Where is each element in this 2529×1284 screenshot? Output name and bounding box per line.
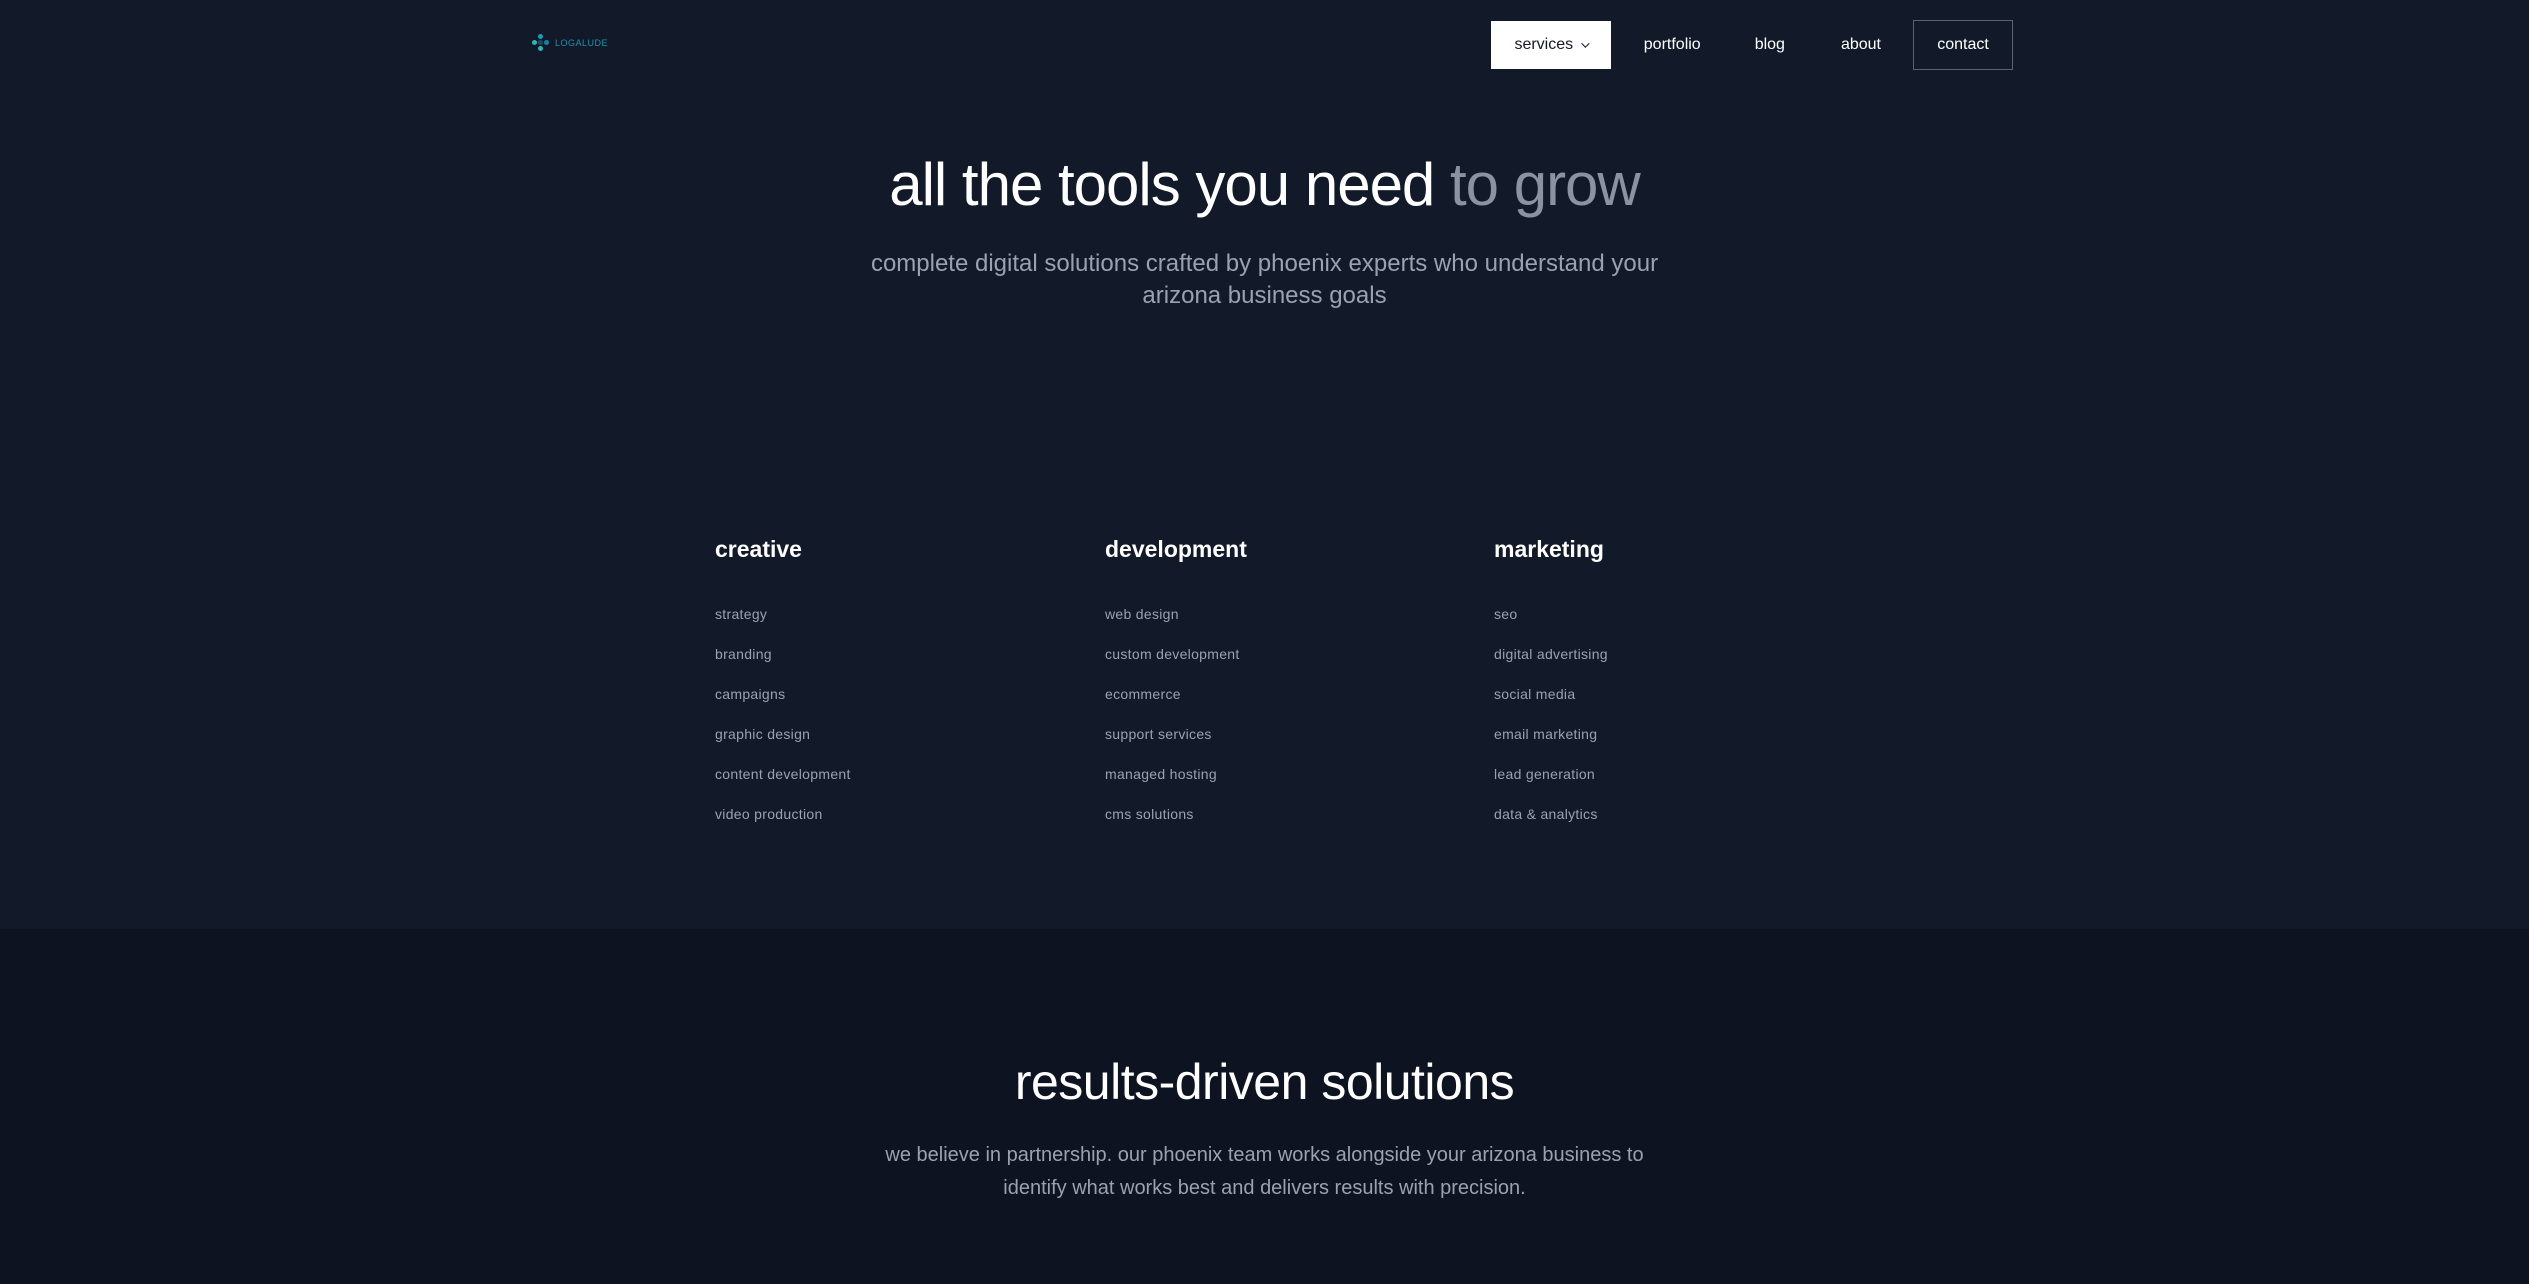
service-link[interactable]: data & analytics — [1494, 804, 1794, 844]
services-column-creative: creative strategy branding campaigns gra… — [715, 536, 1015, 844]
results-title: results-driven solutions — [1014, 1054, 1515, 1110]
nav-services-dropdown[interactable]: services — [1490, 21, 1611, 69]
hero-title: all the tools you need to grow — [0, 150, 2529, 219]
hero-subtitle-line: arizona business goals — [1142, 282, 1387, 309]
column-heading: marketing — [1494, 536, 1604, 562]
main-nav: services portfolio blog about contact — [1490, 20, 2013, 70]
service-link[interactable]: video production — [715, 804, 1015, 844]
logo-text: LOGALUDE — [555, 38, 609, 48]
results-section: results-driven solutions we believe in p… — [0, 929, 2529, 1284]
nav-about-link[interactable]: about — [1811, 21, 1911, 69]
logo-icon — [532, 34, 550, 52]
nav-contact-button[interactable]: contact — [1913, 20, 2013, 70]
service-link[interactable]: graphic design — [715, 724, 1015, 764]
service-link[interactable]: cms solutions — [1105, 804, 1405, 844]
column-heading: creative — [715, 536, 802, 562]
service-link[interactable]: email marketing — [1494, 724, 1794, 764]
service-link[interactable]: web design — [1105, 604, 1405, 644]
service-link[interactable]: digital advertising — [1494, 644, 1794, 684]
service-link[interactable]: ecommerce — [1105, 684, 1405, 724]
hero-title-main: all the tools you need — [889, 151, 1450, 218]
service-link[interactable]: lead generation — [1494, 764, 1794, 804]
nav-portfolio-link[interactable]: portfolio — [1616, 21, 1729, 69]
service-link[interactable]: managed hosting — [1105, 764, 1405, 804]
service-list: strategy branding campaigns graphic desi… — [715, 604, 1015, 844]
service-link[interactable]: social media — [1494, 684, 1794, 724]
chevron-down-icon — [1581, 39, 1590, 48]
column-heading: development — [1105, 536, 1247, 562]
service-link[interactable]: strategy — [715, 604, 1015, 644]
hero-title-accent: to grow — [1449, 151, 1641, 218]
site-header: LOGALUDE services portfolio blog about c… — [0, 0, 2529, 88]
service-link[interactable]: content development — [715, 764, 1015, 804]
service-link[interactable]: campaigns — [715, 684, 1015, 724]
results-subtitle-line: we believe in partnership. our phoenix t… — [885, 1144, 1644, 1166]
services-column-development: development web design custom developmen… — [1105, 536, 1405, 844]
logo[interactable]: LOGALUDE — [532, 34, 608, 52]
hero-subtitle-line: complete digital solutions crafted by ph… — [870, 250, 1659, 277]
nav-blog-link[interactable]: blog — [1729, 21, 1811, 69]
service-link[interactable]: seo — [1494, 604, 1794, 644]
services-column-marketing: marketing seo digital advertising social… — [1494, 536, 1794, 844]
results-subtitle: we believe in partnership. our phoenix t… — [0, 1139, 2529, 1205]
hero-subtitle: complete digital solutions crafted by ph… — [0, 248, 2529, 312]
service-link[interactable]: custom development — [1105, 644, 1405, 684]
nav-services-label: services — [1514, 36, 1574, 53]
results-subtitle-line: identify what works best and delivers re… — [1003, 1177, 1526, 1199]
service-list: web design custom development ecommerce … — [1105, 604, 1405, 844]
service-link[interactable]: branding — [715, 644, 1015, 684]
service-link[interactable]: support services — [1105, 724, 1405, 764]
service-list: seo digital advertising social media ema… — [1494, 604, 1794, 844]
